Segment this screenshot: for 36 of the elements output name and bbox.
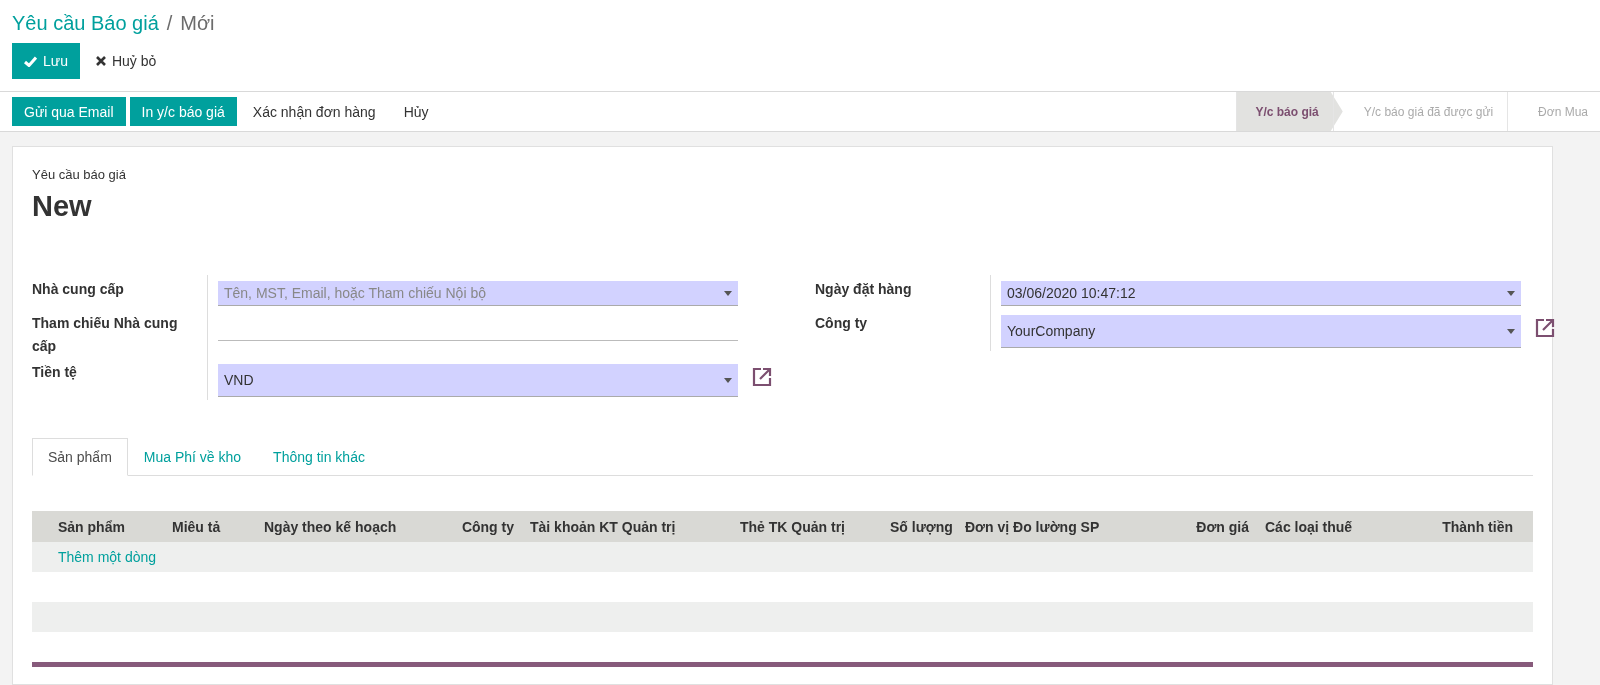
column-header[interactable]: Tài khoản KT Quản trị	[530, 518, 676, 535]
caret-icon	[1507, 290, 1515, 296]
external-link-icon[interactable]	[1534, 317, 1556, 339]
column-header[interactable]: Đơn vị Đo lường SP	[965, 518, 1100, 535]
column-header[interactable]: Sản phẩm	[58, 518, 125, 535]
caret-icon	[724, 377, 732, 383]
column-header[interactable]: Đơn giá	[1196, 518, 1249, 535]
column-header[interactable]: Miêu tả	[172, 518, 221, 535]
field-label: Nhà cung cấp	[32, 275, 208, 309]
column-header[interactable]: Ngày theo kế hoạch	[264, 518, 397, 535]
status-step[interactable]: Y/c báo giá	[1236, 92, 1343, 131]
column-header[interactable]: Thành tiền	[1442, 518, 1513, 535]
discard-button[interactable]: Huỷ bỏ	[83, 43, 169, 79]
external-link-icon[interactable]	[751, 366, 773, 388]
dropdown-field[interactable]: YourCompany	[1001, 315, 1521, 348]
form-subtitle: Yêu cầu báo giá	[32, 167, 127, 182]
action-button[interactable]: Xác nhận đơn hàng	[240, 97, 388, 126]
field-label: Ngày đặt hàng	[815, 275, 991, 309]
tab[interactable]: Sản phẩm	[32, 438, 128, 476]
column-header[interactable]: Số lượng	[890, 518, 953, 535]
close-icon	[95, 56, 106, 66]
dropdown-field[interactable]: VND	[218, 364, 738, 397]
breadcrumb-current: Mới	[180, 12, 215, 35]
breadcrumb-separator: /	[166, 12, 173, 35]
field-label: Tham chiếu Nhà cung cấp	[32, 309, 208, 358]
action-button[interactable]: Hủy	[391, 97, 441, 126]
check-icon	[24, 55, 37, 67]
column-header[interactable]: Các loại thuế	[1265, 518, 1353, 535]
field-label: Tiền tệ	[32, 358, 208, 400]
record-title: New	[32, 190, 93, 223]
column-header[interactable]: Công ty	[461, 518, 514, 535]
caret-icon	[1507, 328, 1515, 334]
dropdown-field[interactable]: 03/06/2020 10:47:12	[1001, 281, 1521, 306]
column-header[interactable]: Thẻ TK Quản trị	[740, 518, 845, 535]
field-label: Công ty	[815, 309, 991, 351]
caret-icon	[724, 290, 732, 296]
